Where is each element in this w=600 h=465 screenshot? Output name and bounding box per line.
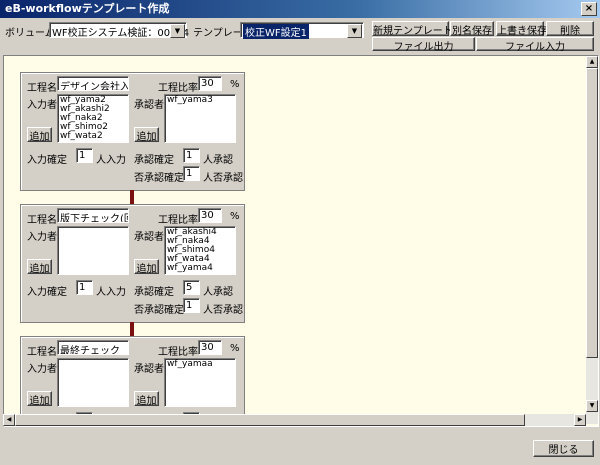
close-window-icon[interactable]: ×	[581, 2, 597, 16]
reject-confirm-input[interactable]: 1	[183, 298, 200, 313]
volume-value: WF校正システム検証：00094	[52, 28, 190, 39]
process-ratio-input[interactable]: 30	[198, 340, 222, 355]
input-user-label: 入力者	[27, 100, 57, 111]
overwrite-save-button[interactable]: 上書き保存	[496, 21, 547, 37]
process-card[interactable]: 工程名 デザイン会社入力 工程比率 30 % 入力者 wf_yama2 wf_a…	[20, 72, 245, 191]
add-input-user-button[interactable]: 追加	[27, 127, 52, 143]
reject-unit-label: 人否承認	[203, 305, 243, 316]
horizontal-scroll-thumb[interactable]	[15, 414, 525, 426]
input-confirm-label: 入力確定	[27, 287, 67, 298]
reject-unit-label: 人否承認	[203, 173, 243, 184]
add-input-user-button[interactable]: 追加	[27, 259, 52, 275]
approver-label: 承認者	[134, 364, 164, 375]
input-user-list[interactable]: wf_yama2 wf_akashi2 wf_naka2 wf_shimo2 w…	[57, 94, 129, 143]
input-user-label: 入力者	[27, 232, 57, 243]
save-as-button[interactable]: 別名保存	[450, 21, 494, 37]
approve-unit-label: 人承認	[203, 287, 233, 298]
input-confirm-label: 入力確定	[27, 155, 67, 166]
process-name-input[interactable]: 最終チェック	[57, 340, 129, 355]
process-ratio-input[interactable]: 30	[198, 208, 222, 223]
arrow-down-icon[interactable]: ▼	[586, 400, 598, 412]
title-bar: eB-workflowテンプレート作成 ×	[0, 0, 600, 18]
approve-confirm-label: 承認確定	[134, 155, 174, 166]
process-name-label: 工程名	[27, 83, 57, 94]
add-approver-button[interactable]: 追加	[134, 127, 159, 143]
approve-confirm-input[interactable]: 1	[183, 148, 200, 163]
template-select[interactable]: 校正WF設定1 ▼	[240, 22, 364, 39]
process-ratio-label: 工程比率	[158, 215, 198, 226]
input-unit-label: 人入力	[96, 155, 126, 166]
chevron-down-icon[interactable]: ▼	[347, 24, 362, 38]
input-user-list[interactable]	[57, 358, 129, 407]
approve-confirm-input[interactable]: 5	[183, 280, 200, 295]
file-export-button[interactable]: ファイル出力	[372, 37, 475, 53]
percent-label: %	[230, 211, 240, 222]
volume-select[interactable]: WF校正システム検証：00094 ▼	[49, 22, 190, 39]
approver-list[interactable]: wf_yamaa	[164, 358, 236, 407]
list-item[interactable]: wf_wata2	[60, 132, 126, 141]
reject-confirm-input[interactable]: 1	[183, 166, 200, 181]
approver-list[interactable]: wf_yama3	[164, 94, 236, 143]
vertical-scrollbar[interactable]: ▲ ▼	[586, 56, 598, 424]
percent-label: %	[230, 79, 240, 90]
process-ratio-input[interactable]: 30	[198, 76, 222, 91]
window-title: eB-workflowテンプレート作成	[5, 2, 170, 15]
chevron-down-icon[interactable]: ▼	[170, 24, 185, 38]
horizontal-scrollbar[interactable]: ◀ ▶	[3, 414, 586, 426]
approver-label: 承認者	[134, 232, 164, 243]
reject-confirm-label: 否承認確定	[134, 173, 184, 184]
process-connector	[130, 322, 134, 336]
process-connector	[130, 190, 134, 204]
approver-label: 承認者	[134, 100, 164, 111]
approver-list[interactable]: wf_akashi4 wf_naka4 wf_shimo4 wf_wata4 w…	[164, 226, 236, 275]
list-item[interactable]: wf_yama3	[167, 96, 233, 105]
input-unit-label: 人入力	[96, 287, 126, 298]
approve-unit-label: 人承認	[203, 155, 233, 166]
workflow-canvas[interactable]: 工程名 デザイン会社入力 工程比率 30 % 入力者 wf_yama2 wf_a…	[3, 55, 599, 427]
file-import-button[interactable]: ファイル入力	[476, 37, 594, 53]
list-item[interactable]: wf_yamaa	[167, 360, 233, 369]
add-approver-button[interactable]: 追加	[134, 391, 159, 407]
process-card[interactable]: 工程名 版下チェック(回覧 工程比率 30 % 入力者 追加 承認者 wf_ak…	[20, 204, 245, 323]
process-name-label: 工程名	[27, 215, 57, 226]
process-name-input[interactable]: 版下チェック(回覧	[57, 208, 129, 223]
arrow-left-icon[interactable]: ◀	[3, 414, 15, 426]
list-item[interactable]: wf_yama4	[167, 264, 233, 273]
approve-confirm-label: 承認確定	[134, 287, 174, 298]
arrow-up-icon[interactable]: ▲	[586, 56, 598, 68]
input-user-label: 入力者	[27, 364, 57, 375]
add-approver-button[interactable]: 追加	[134, 259, 159, 275]
delete-button[interactable]: 削除	[546, 21, 594, 37]
arrow-right-icon[interactable]: ▶	[574, 414, 586, 426]
template-value: 校正WF設定1	[243, 24, 310, 39]
close-button[interactable]: 閉じる	[533, 440, 594, 457]
process-ratio-label: 工程比率	[158, 83, 198, 94]
new-template-button[interactable]: 新規テンプレート作成	[372, 21, 473, 37]
add-input-user-button[interactable]: 追加	[27, 391, 52, 407]
input-confirm-input[interactable]: 1	[76, 148, 93, 163]
input-user-list[interactable]	[57, 226, 129, 275]
volume-label: ボリューム	[5, 28, 55, 39]
vertical-scroll-thumb[interactable]	[586, 68, 598, 358]
input-confirm-input[interactable]: 1	[76, 280, 93, 295]
reject-confirm-label: 否承認確定	[134, 305, 184, 316]
process-name-input[interactable]: デザイン会社入力	[57, 76, 129, 91]
process-ratio-label: 工程比率	[158, 347, 198, 358]
process-name-label: 工程名	[27, 347, 57, 358]
percent-label: %	[230, 343, 240, 354]
